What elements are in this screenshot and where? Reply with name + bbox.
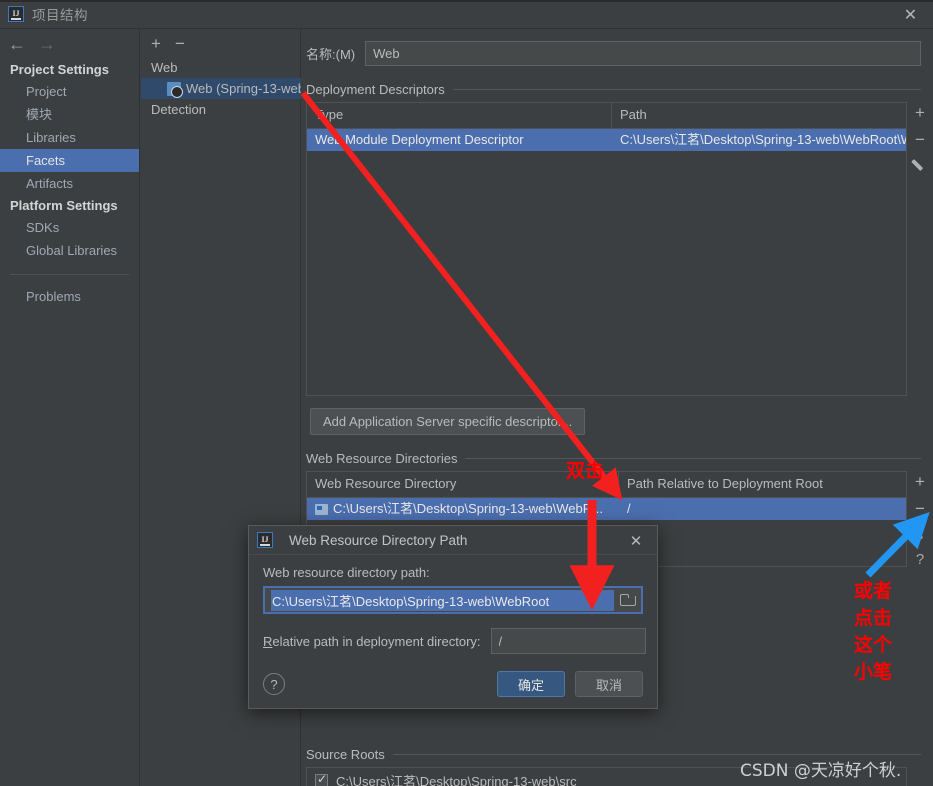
cell-web-resource-directory: C:\Users\江茗\Desktop\Spring-13-web\WebR..… [307,498,619,520]
cell-type: Web Module Deployment Descriptor [315,132,524,147]
deployment-descriptors-label: Deployment Descriptors [306,82,445,97]
deployment-descriptors-table: Type Path Web Module Deployment Descript… [306,102,907,396]
sidebar-divider [10,274,129,275]
column-header-path[interactable]: Path [612,103,906,128]
remove-facet-button[interactable]: − [175,35,185,52]
forward-arrow-icon[interactable]: → [38,35,56,53]
group-rule [452,89,921,90]
dialog-path-field[interactable]: C:\Users\江茗\Desktop\Spring-13-web\WebRoo… [263,586,643,614]
add-facet-button[interactable]: + [151,35,161,52]
cancel-button[interactable]: 取消 [575,671,643,697]
settings-sidebar: ← → Project Settings Project 模块 Librarie… [0,29,140,786]
sidebar-item-modules[interactable]: 模块 [0,103,139,126]
dialog-relative-label: Relative path in deployment directory: [263,634,481,649]
source-root-path: C:\Users\江茗\Desktop\Spring-13-web\src [336,773,577,786]
sidebar-group-project-settings: Project Settings [10,62,109,77]
source-roots-label: Source Roots [306,747,385,762]
table-row[interactable]: Web Module Deployment Descriptor C:\User… [307,129,906,151]
facet-name-label: 名称:(M) [306,47,356,62]
titlebar-accent [0,0,933,2]
remove-descriptor-icon[interactable]: − [915,131,925,148]
deployment-descriptors-side-toolbar: + − [907,102,933,396]
dialog-relative-row: Relative path in deployment directory: [263,628,646,654]
dialog-titlebar: IJ Web Resource Directory Path ✕ [249,526,657,555]
sidebar-item-project[interactable]: Project [0,80,139,103]
facet-name-row: 名称:(M) [302,29,933,66]
folder-browse-icon[interactable] [620,594,636,606]
edit-pencil-icon[interactable] [913,158,928,173]
dialog-body: Web resource directory path: C:\Users\江茗… [249,555,657,654]
window-titlebar: IJ 项目结构 ✕ [0,0,933,29]
add-web-resource-icon[interactable]: + [915,473,925,490]
column-header-type[interactable]: Type [307,103,612,128]
dialog-footer: ? 确定 取消 [249,660,657,708]
project-structure-window: IJ 项目结构 ✕ ← → Project Settings Project 模… [0,0,933,786]
add-application-server-descriptor-button[interactable]: Add Application Server specific descript… [310,408,586,435]
facet-name-input[interactable] [365,41,921,66]
dialog-relative-label-mnemonic: R [263,633,273,649]
help-icon[interactable]: ? [916,552,924,567]
source-root-checkbox[interactable] [315,772,328,786]
web-resource-directory-path-dialog: IJ Web Resource Directory Path ✕ Web res… [248,525,658,709]
close-icon[interactable]: ✕ [888,0,933,29]
help-icon[interactable]: ? [263,673,285,695]
watermark: CSDN @天凉好个秋. [740,761,902,781]
window-title: 项目结构 [32,8,88,23]
edit-pencil-icon[interactable] [913,527,928,542]
web-resource-directories-group-header: Web Resource Directories [302,451,933,466]
deployment-descriptors-table-wrap: Type Path Web Module Deployment Descript… [302,102,933,396]
folder-icon [315,503,328,515]
facets-tree-detection[interactable]: Detection [141,99,300,120]
sidebar-group-platform-settings: Platform Settings [10,198,118,213]
sidebar-item-artifacts[interactable]: Artifacts [0,172,139,195]
dialog-close-icon[interactable]: ✕ [619,526,653,555]
dialog-relative-input[interactable] [490,628,646,654]
dialog-path-value[interactable]: C:\Users\江茗\Desktop\Spring-13-web\WebRoo… [271,589,614,611]
dialog-relative-label-rest: elative path in deployment directory: [272,633,481,649]
table-row[interactable]: C:\Users\江茗\Desktop\Spring-13-web\WebR..… [307,498,906,520]
sidebar-item-global-libraries[interactable]: Global Libraries [0,239,139,262]
facets-tree-item-web-spring-13-web[interactable]: Web (Spring-13-web [141,78,301,99]
deployment-descriptors-group-header: Deployment Descriptors [302,82,933,97]
add-descriptor-icon[interactable]: + [915,104,925,121]
facets-toolbar: + − [141,29,300,57]
table-header-row: Type Path [307,103,906,129]
ok-button[interactable]: 确定 [497,671,565,697]
dialog-title: Web Resource Directory Path [289,532,468,548]
dialog-path-label: Web resource directory path: [263,565,430,580]
column-header-web-resource-directory[interactable]: Web Resource Directory [307,472,619,497]
intellij-logo-icon: IJ [8,6,24,22]
back-arrow-icon[interactable]: ← [8,35,26,53]
web-resource-directories-label: Web Resource Directories [306,451,458,466]
group-rule [465,458,921,459]
cell-path: C:\Users\江茗\Desktop\Spring-13-web\WebRoo… [620,132,906,147]
cell-relative-path: / [627,501,631,516]
web-resources-side-toolbar: + − ? [907,471,933,567]
cell-directory-text: C:\Users\江茗\Desktop\Spring-13-web\WebR..… [333,501,603,516]
sidebar-item-sdks[interactable]: SDKs [0,216,139,239]
web-facet-icon [167,81,183,98]
remove-web-resource-icon[interactable]: − [915,500,925,517]
column-header-path-relative[interactable]: Path Relative to Deployment Root [619,472,906,497]
sidebar-item-facets[interactable]: Facets [0,149,139,172]
sidebar-item-libraries[interactable]: Libraries [0,126,139,149]
sidebar-item-problems[interactable]: Problems [0,285,139,308]
intellij-logo-icon: IJ [257,532,273,548]
nav-arrows: ← → [0,29,139,59]
table-header-row: Web Resource Directory Path Relative to … [307,472,906,498]
table-empty-area [307,151,906,395]
facets-tree-root-web[interactable]: Web [141,57,300,78]
facets-tree-item-label: Web (Spring-13-web [186,81,301,96]
group-rule [392,754,921,755]
add-descriptor-button-row: Add Application Server specific descript… [302,408,933,435]
